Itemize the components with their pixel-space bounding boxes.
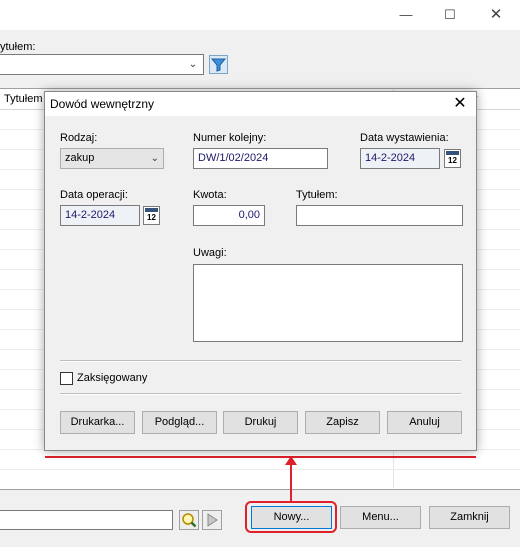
annotation-arrow-icon	[285, 456, 297, 465]
data-operacji-field[interactable]: 14-2-2024	[60, 205, 140, 226]
annotation-arrow-stem	[290, 463, 292, 501]
numer-kolejny-field[interactable]: DW/1/02/2024	[193, 148, 328, 169]
dowod-wewnetrzny-dialog: Dowód wewnętrzny ✕ Rodzaj: zakup ⌄ Numer…	[44, 91, 477, 451]
rodzaj-value: zakup	[65, 152, 95, 164]
search-button[interactable]	[179, 510, 199, 530]
divider	[60, 393, 461, 395]
tytulem-label: Tytułem:	[296, 189, 338, 201]
play-button[interactable]	[202, 510, 222, 530]
calendar-icon[interactable]: 12	[444, 149, 461, 168]
zaksiegowany-label[interactable]: Zaksięgowany	[77, 372, 147, 384]
tytulem-field[interactable]	[296, 205, 463, 226]
chevron-down-icon[interactable]: ⌄	[185, 56, 201, 73]
filter-label: ytułem:	[0, 41, 36, 53]
filter-icon	[210, 58, 227, 72]
search-input[interactable]	[0, 510, 173, 530]
play-icon	[207, 513, 218, 527]
kwota-field[interactable]: 0,00	[193, 205, 265, 226]
printer-button[interactable]: Drukarka...	[60, 411, 135, 434]
data-operacji-label: Data operacji:	[60, 189, 128, 201]
zaksiegowany-checkbox[interactable]	[60, 372, 73, 385]
filter-button[interactable]	[209, 55, 228, 74]
filter-combobox[interactable]: ⌄	[0, 54, 204, 75]
annotation-highlight-box	[245, 501, 337, 533]
close-icon[interactable]: ✕	[486, 6, 506, 24]
search-icon	[182, 513, 197, 528]
print-button[interactable]: Drukuj	[223, 411, 298, 434]
chevron-down-icon: ⌄	[150, 153, 159, 164]
close-window-button[interactable]: Zamknij	[429, 506, 510, 529]
cancel-button[interactable]: Anuluj	[387, 411, 462, 434]
kwota-label: Kwota:	[193, 189, 227, 201]
menu-button[interactable]: Menu...	[340, 506, 421, 529]
dialog-titlebar: Dowód wewnętrzny ✕	[45, 92, 476, 116]
save-button[interactable]: Zapisz	[305, 411, 380, 434]
maximize-icon[interactable]: ☐	[440, 6, 460, 24]
uwagi-label: Uwagi:	[193, 247, 227, 259]
data-wystawienia-field[interactable]: 14-2-2024	[360, 148, 440, 169]
dialog-title: Dowód wewnętrzny	[50, 97, 155, 111]
minimize-icon[interactable]: —	[396, 6, 416, 24]
calendar-icon[interactable]: 12	[143, 206, 160, 225]
numer-kolejny-label: Numer kolejny:	[193, 132, 267, 144]
data-wystawienia-label: Data wystawienia:	[360, 132, 449, 144]
background-titlebar: — ☐ ✕	[0, 0, 520, 30]
divider	[60, 360, 461, 362]
grid-column-tytulem[interactable]: Tytułem	[4, 93, 43, 105]
rodzaj-label: Rodzaj:	[60, 132, 98, 144]
preview-button[interactable]: Podgląd...	[142, 411, 217, 434]
rodzaj-select[interactable]: zakup ⌄	[60, 148, 164, 169]
grid-row-line	[0, 469, 520, 470]
uwagi-textarea[interactable]	[193, 264, 463, 342]
annotation-underline	[45, 456, 476, 458]
dialog-close-icon[interactable]: ✕	[450, 94, 470, 114]
